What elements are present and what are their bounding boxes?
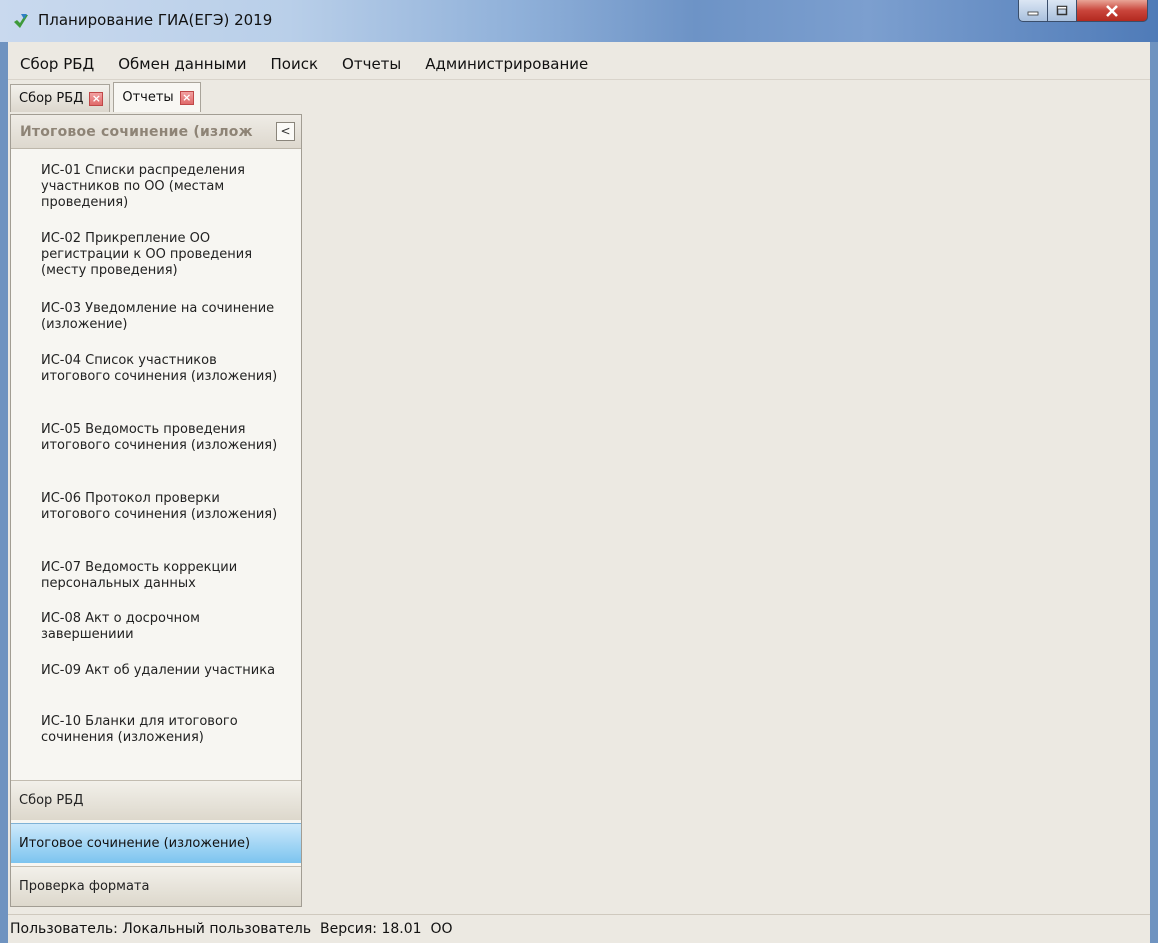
reports-panel: Итоговое сочинение (излож < ИС-01 Списки… bbox=[10, 114, 302, 907]
menu-bar: Сбор РБД Обмен данными Поиск Отчеты Адми… bbox=[8, 48, 1150, 80]
nav-collect-rbd[interactable]: Сбор РБД bbox=[11, 780, 301, 820]
minimize-button[interactable] bbox=[1018, 0, 1048, 22]
maximize-icon bbox=[1056, 5, 1068, 16]
close-button[interactable] bbox=[1076, 0, 1148, 22]
panel-title: Итоговое сочинение (излож bbox=[20, 124, 253, 140]
tab-collect-rbd[interactable]: Сбор РБД × bbox=[10, 84, 111, 112]
panel-header: Итоговое сочинение (излож < bbox=[11, 115, 301, 149]
report-item-is05[interactable]: ИС-05 Ведомость проведения итогового соч… bbox=[41, 422, 281, 454]
report-item-is02[interactable]: ИС-02 Прикрепление ОО регистрации к ОО п… bbox=[41, 231, 281, 279]
chevron-left-icon[interactable]: < bbox=[276, 122, 295, 141]
tab-label: Отчеты bbox=[122, 90, 174, 105]
report-list: ИС-01 Списки распределения участников по… bbox=[11, 149, 301, 779]
minimize-icon bbox=[1027, 11, 1039, 15]
tab-reports[interactable]: Отчеты × bbox=[113, 82, 201, 112]
menu-item-data-exchange[interactable]: Обмен данными bbox=[118, 55, 246, 73]
tab-close-icon[interactable]: × bbox=[89, 91, 104, 106]
report-item-is04[interactable]: ИС-04 Список участников итогового сочине… bbox=[41, 353, 281, 385]
nav-final-essay[interactable]: Итоговое сочинение (изложение) bbox=[11, 823, 301, 863]
menu-item-reports[interactable]: Отчеты bbox=[342, 55, 401, 73]
report-item-is10[interactable]: ИС-10 Бланки для итогового сочинения (из… bbox=[41, 714, 281, 746]
tab-close-icon[interactable]: × bbox=[179, 90, 194, 105]
maximize-button[interactable] bbox=[1047, 0, 1077, 22]
menu-item-administration[interactable]: Администрирование bbox=[425, 55, 588, 73]
report-item-is06[interactable]: ИС-06 Протокол проверки итогового сочине… bbox=[41, 491, 281, 523]
report-item-is08[interactable]: ИС-08 Акт о досрочном завершениии bbox=[41, 611, 281, 643]
menu-item-collect-rbd[interactable]: Сбор РБД bbox=[20, 55, 94, 73]
nav-format-check[interactable]: Проверка формата bbox=[11, 866, 301, 906]
close-icon bbox=[1106, 4, 1118, 17]
app-window: Планирование ГИА(ЕГЭ) 2019 Сбор РБД Обме… bbox=[0, 0, 1158, 943]
tab-strip: Сбор РБД × Отчеты × bbox=[10, 82, 204, 112]
menu-item-search[interactable]: Поиск bbox=[271, 55, 319, 73]
report-item-is07[interactable]: ИС-07 Ведомость коррекции персональных д… bbox=[41, 560, 281, 592]
tab-label: Сбор РБД bbox=[19, 91, 84, 106]
window-title: Планирование ГИА(ЕГЭ) 2019 bbox=[38, 11, 273, 29]
report-item-is09[interactable]: ИС-09 Акт об удалении участника bbox=[41, 663, 281, 679]
status-bar: Пользователь: Локальный пользователь Вер… bbox=[8, 914, 1150, 943]
report-item-is03[interactable]: ИС-03 Уведомление на сочинение (изложени… bbox=[41, 301, 281, 333]
title-bar[interactable]: Планирование ГИА(ЕГЭ) 2019 bbox=[0, 0, 1158, 42]
report-item-is01[interactable]: ИС-01 Списки распределения участников по… bbox=[41, 163, 281, 211]
status-text: Пользователь: Локальный пользователь Вер… bbox=[10, 921, 453, 937]
app-logo-icon bbox=[14, 14, 28, 28]
